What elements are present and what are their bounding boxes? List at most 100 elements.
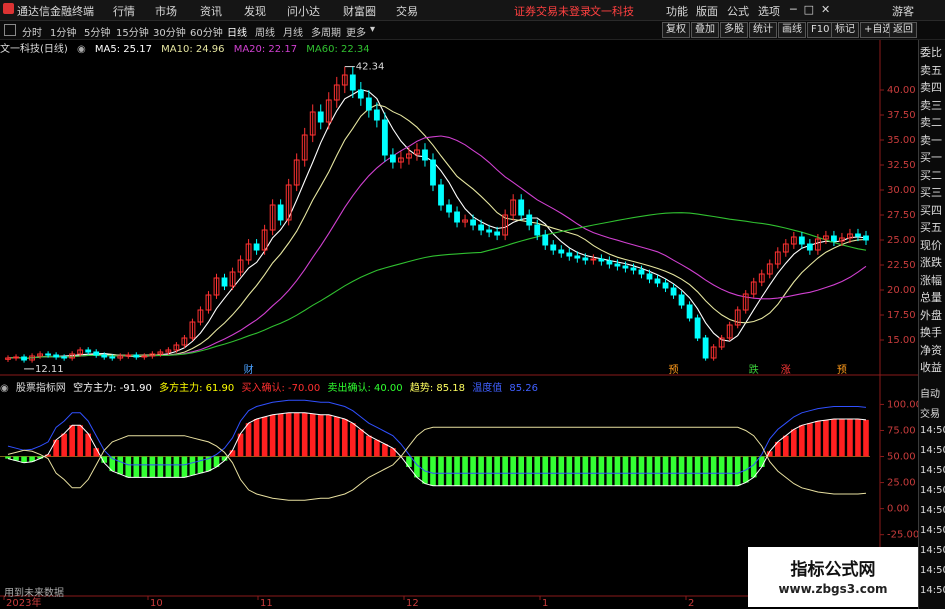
indicator-name[interactable]: 股票指标网	[16, 383, 66, 394]
price-tick-label: 27.50	[887, 210, 916, 221]
event-marker: 跌	[749, 363, 759, 376]
candle-body	[863, 235, 869, 241]
indicator-tick-label: 25.00	[887, 478, 916, 489]
indicator-bars	[5, 412, 869, 486]
indicator-tick-label: 75.00	[887, 425, 916, 436]
price-axis: 40.00 37.50 35.00 32.50 30.00 27.50 25.00 22.50…	[880, 85, 916, 346]
time-tick-label: 11	[260, 598, 273, 609]
kong-value: 空方主力: -91.90	[73, 383, 152, 394]
candle-body	[574, 255, 581, 259]
sidebar-label: 买四	[920, 203, 942, 217]
sidebar-lower-label: 14:50	[920, 545, 945, 556]
candle-body	[678, 294, 685, 306]
candle-body	[566, 252, 573, 257]
sidebar-label: 外盘	[920, 308, 942, 322]
candle-body	[670, 287, 677, 296]
candle-body	[654, 278, 661, 284]
candle-body	[13, 356, 19, 359]
indicator-tick-label: 0.00	[887, 504, 909, 515]
candle-body	[638, 269, 645, 275]
candle-body	[534, 224, 541, 236]
candle-body	[518, 199, 525, 216]
candle-body	[798, 236, 805, 245]
sidebar-lower-label: 14:50	[920, 525, 945, 536]
candle-body	[831, 235, 837, 242]
event-marker: 财	[244, 363, 254, 376]
sidebar-label: 买二	[920, 168, 942, 182]
candle-body	[686, 304, 693, 319]
candle-body	[486, 229, 493, 233]
candle-body	[550, 244, 557, 251]
sidebar-lower-label: 14:50	[920, 585, 945, 596]
time-tick-label: 10	[150, 598, 163, 609]
price-tick-label: 25.00	[887, 235, 916, 246]
sidebar-label: 买五	[920, 221, 942, 234]
event-markers: 财预跌涨预	[244, 363, 847, 376]
candle-body	[93, 351, 100, 356]
candle-body	[558, 249, 565, 254]
watermark: 指标公式网 www.zbgs3.com	[748, 547, 918, 607]
sidebar-lower-label: 自动	[920, 389, 940, 400]
price-tick-label: 32.50	[887, 160, 916, 171]
time-axis: 2023年 10 11 12 1 2	[3, 596, 694, 609]
candle-body	[606, 260, 613, 265]
extra-label: 温度值	[472, 383, 503, 394]
candle-body	[53, 354, 60, 358]
candle-body	[365, 97, 372, 111]
candle-body	[614, 263, 621, 267]
sidebar-label: 卖三	[920, 98, 942, 112]
sidebar-label: 总量	[920, 291, 942, 304]
duo-value: 多方主力: 61.90	[159, 383, 235, 394]
candle-body	[253, 243, 260, 251]
indicator-lines	[7, 399, 867, 501]
candle-body	[662, 282, 669, 289]
candle-body	[806, 243, 813, 251]
candle-body	[109, 356, 116, 359]
time-tick-label: 1	[542, 598, 548, 609]
candle-body	[582, 257, 589, 261]
candle-body	[446, 204, 452, 213]
watermark-title: 指标公式网	[790, 560, 876, 580]
price-tick-label: 15.00	[887, 335, 916, 346]
sell-confirm-value: 卖出确认: 40.00	[327, 383, 403, 394]
sidebar-lower-label: 14:50	[920, 425, 945, 436]
indicator-settings-icon[interactable]: ◉	[0, 383, 9, 394]
sidebar-lower-label: 14:50	[920, 485, 945, 496]
sidebar-label: 涨跌	[920, 256, 942, 269]
candle-body	[630, 267, 637, 271]
extra-value: 85.26	[509, 383, 539, 394]
price-tick-label: 22.50	[887, 260, 916, 271]
indicator-info-line: ◉ 股票指标网 空方主力: -91.90 多方主力: 61.90 买入确认: -…	[0, 379, 542, 394]
candle-body	[101, 354, 108, 358]
sidebar-label: 委比	[920, 46, 942, 59]
candle-body	[389, 154, 396, 163]
indicator-tick-label: 100.00	[887, 399, 918, 410]
sidebar-label: 卖一	[920, 133, 942, 147]
candle-body	[438, 184, 444, 206]
sidebar-lower-label: 14:50	[920, 505, 945, 516]
sidebar-label: 卖五	[920, 63, 942, 77]
candle-body	[494, 231, 501, 236]
candle-body	[542, 234, 549, 246]
price-tick-label: 17.50	[887, 310, 916, 321]
sidebar-label: 卖四	[920, 81, 942, 94]
candle-body	[622, 265, 629, 269]
event-marker: 涨	[781, 364, 791, 376]
candle-body	[646, 273, 653, 280]
candle-body	[61, 356, 68, 359]
chart-canvas[interactable]: 40.00 37.50 35.00 32.50 30.00 27.50 25.00 22.50…	[0, 0, 918, 609]
candle-body	[373, 109, 380, 121]
candle-body	[85, 349, 92, 353]
candle-body	[598, 258, 605, 262]
candle-body	[478, 224, 485, 231]
sidebar-label: 买一	[920, 151, 942, 164]
indicator-tick-label: 50.00	[887, 452, 916, 463]
candle-body	[21, 356, 27, 361]
sidebar-label: 净资	[920, 343, 942, 357]
sidebar-label: 涨幅	[920, 273, 942, 287]
price-tick-label: 35.00	[887, 135, 916, 146]
price-tick-label: 20.00	[887, 285, 916, 296]
sidebar-lower-label: 14:50	[920, 465, 945, 476]
candle-body	[277, 204, 284, 221]
quote-sidebar: 委比 卖五 卖四 卖三 卖二 卖一 买一 买二 买三 买四 买五 现价 涨跌 涨幅 总量 外盘 换手 净资 收益 自动…	[918, 40, 945, 609]
